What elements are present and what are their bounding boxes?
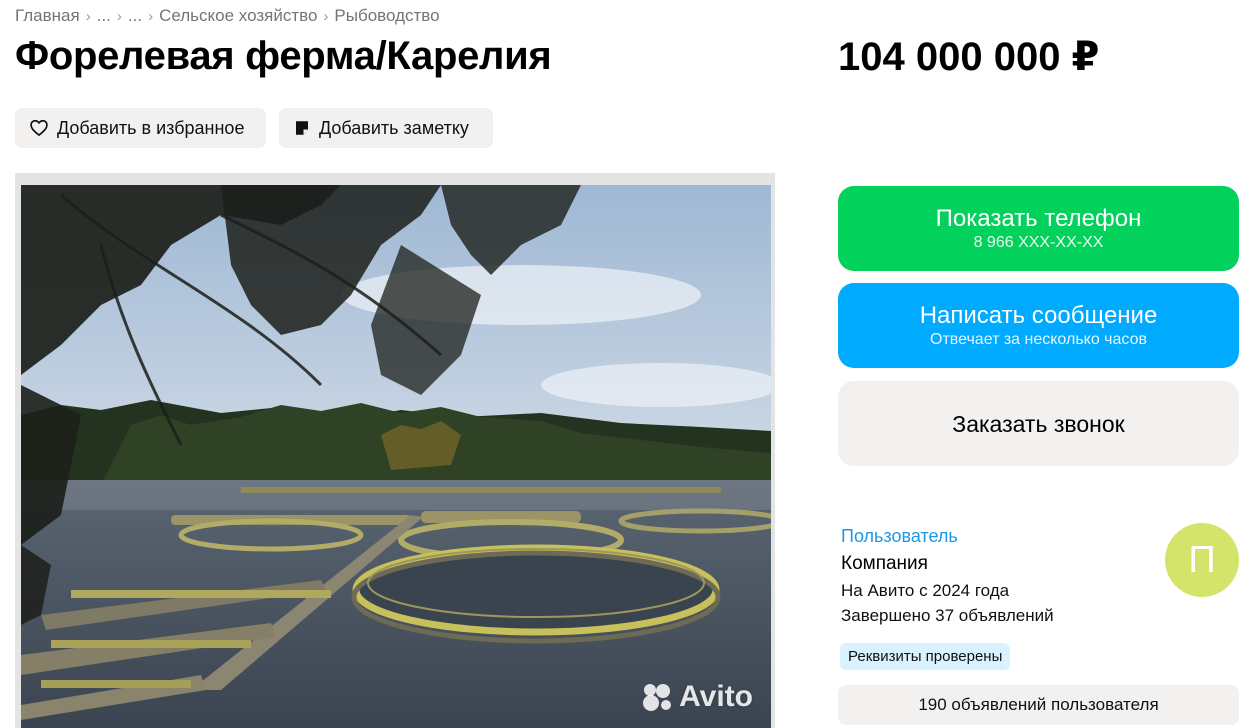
chevron-right-icon: › bbox=[148, 7, 154, 25]
seller-type-link[interactable]: Пользователь bbox=[841, 526, 958, 547]
breadcrumb: Главная › ... › ... › Сельское хозяйство… bbox=[15, 6, 440, 26]
chevron-right-icon: › bbox=[323, 7, 329, 25]
chevron-right-icon: › bbox=[85, 7, 91, 25]
seller-listings-button[interactable]: 190 объявлений пользователя bbox=[838, 685, 1239, 725]
listing-price: 104 000 000 ₽ bbox=[838, 35, 1100, 79]
seller-name[interactable]: Компания bbox=[841, 553, 928, 575]
show-phone-label: Показать телефон bbox=[935, 204, 1142, 232]
breadcrumb-item-agriculture[interactable]: Сельское хозяйство bbox=[159, 6, 317, 26]
response-time-text: Отвечает за несколько часов bbox=[930, 330, 1147, 348]
request-call-button[interactable]: Заказать звонок bbox=[838, 381, 1239, 466]
add-to-favorites-label: Добавить в избранное bbox=[57, 117, 245, 138]
chevron-right-icon: › bbox=[116, 7, 122, 25]
heart-outline-icon bbox=[30, 119, 48, 136]
add-note-button[interactable]: Добавить заметку bbox=[279, 108, 493, 148]
write-message-label: Написать сообщение bbox=[919, 301, 1158, 329]
avito-watermark-text: Avito bbox=[679, 680, 753, 713]
request-call-label: Заказать звонок bbox=[952, 410, 1125, 437]
seller-since-text: На Авито с 2024 года bbox=[841, 581, 1010, 600]
breadcrumb-item-home[interactable]: Главная bbox=[15, 6, 80, 26]
breadcrumb-item-ellipsis-2[interactable]: ... bbox=[128, 6, 142, 26]
trout-farm-photo bbox=[21, 185, 771, 728]
seller-completed-listings: Завершено 37 объявлений bbox=[841, 606, 1054, 625]
show-phone-button[interactable]: Показать телефон 8 966 XXX-XX-XX bbox=[838, 186, 1239, 271]
breadcrumb-item-ellipsis-1[interactable]: ... bbox=[97, 6, 111, 26]
avito-logo-icon bbox=[643, 684, 672, 711]
add-to-favorites-button[interactable]: Добавить в избранное bbox=[15, 108, 266, 148]
masked-phone-number: 8 966 XXX-XX-XX bbox=[973, 233, 1104, 251]
seller-listings-label: 190 объявлений пользователя bbox=[918, 695, 1159, 714]
avatar[interactable]: П bbox=[1165, 523, 1239, 597]
write-message-button[interactable]: Написать сообщение Отвечает за несколько… bbox=[838, 283, 1239, 368]
listing-photo[interactable]: Avito bbox=[15, 173, 775, 728]
breadcrumb-item-fish-farming[interactable]: Рыбоводство bbox=[334, 6, 439, 26]
add-note-label: Добавить заметку bbox=[319, 117, 469, 138]
note-icon bbox=[296, 121, 308, 135]
page-title: Форелевая ферма/Карелия bbox=[15, 34, 552, 78]
avito-watermark: Avito bbox=[641, 680, 753, 714]
avatar-letter: П bbox=[1188, 538, 1216, 581]
verified-details-badge: Реквизиты проверены bbox=[840, 643, 1011, 670]
